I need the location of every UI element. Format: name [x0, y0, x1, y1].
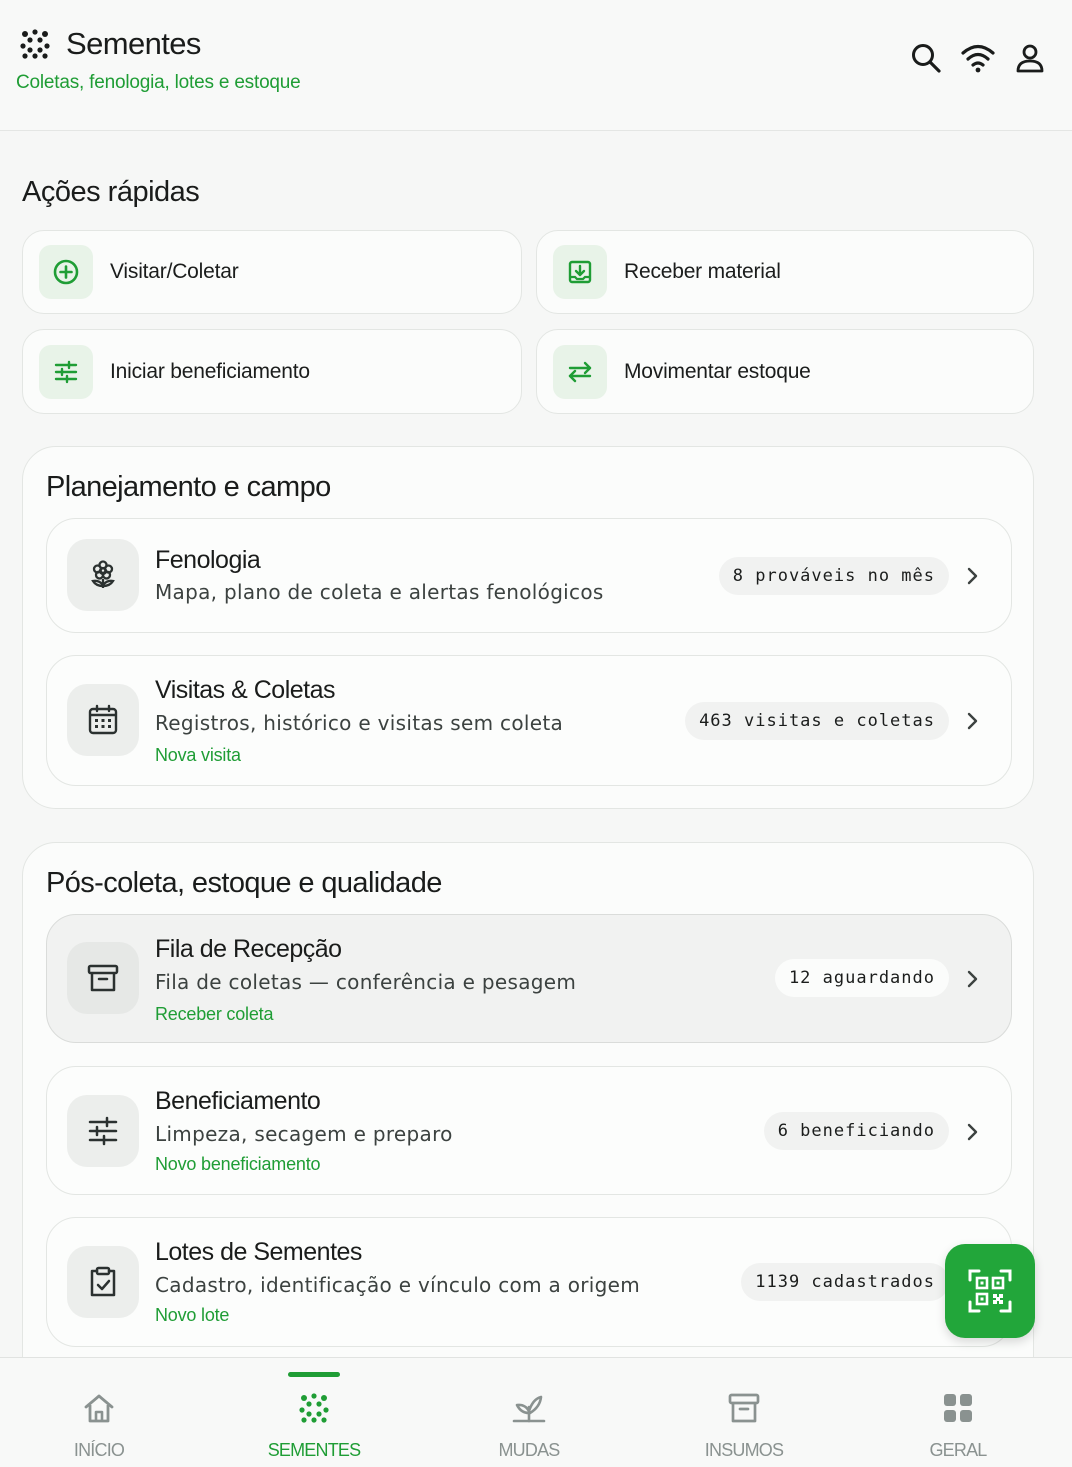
flower-icon	[67, 539, 139, 611]
quick-action-visitar-coletar[interactable]: Visitar/Coletar	[22, 230, 522, 314]
post-collection-card: Pós-coleta, estoque e qualidade Fila de …	[22, 842, 1034, 1402]
chevron-right-icon	[967, 712, 978, 730]
novo-lote-link[interactable]: Novo lote	[155, 1305, 229, 1326]
home-icon	[81, 1390, 117, 1426]
row-lotes-sementes[interactable]: Lotes de Sementes Cadastro, identificaçã…	[46, 1217, 1012, 1347]
quick-action-label: Iniciar beneficiamento	[110, 359, 310, 383]
nav-label: MUDAS	[498, 1440, 560, 1460]
user-icon[interactable]	[1012, 40, 1048, 76]
row-title: Fila de Recepção	[155, 935, 342, 963]
nav-label: SEMENTES	[267, 1440, 361, 1460]
brand: Sementes	[20, 26, 201, 62]
qr-scan-button[interactable]	[945, 1244, 1035, 1338]
qr-scan-icon	[968, 1269, 1012, 1313]
archive-box-icon	[726, 1390, 762, 1426]
app-title: Sementes	[66, 26, 201, 61]
calendar-icon	[67, 684, 139, 756]
app-subtitle: Coletas, fenologia, lotes e estoque	[16, 72, 301, 93]
count-badge: 1139 cadastrados	[741, 1263, 949, 1301]
chevron-right-icon	[967, 567, 978, 585]
sliders-icon	[39, 344, 93, 399]
row-description: Fila de coletas — conferência e pesagem	[155, 970, 577, 994]
app-header: Sementes Coletas, fenologia, lotes e est…	[0, 0, 1072, 131]
nav-label: INÍCIO	[73, 1440, 125, 1460]
count-badge: 8 prováveis no mês	[718, 557, 949, 595]
chevron-right-icon	[967, 1123, 978, 1141]
swap-arrows-icon	[553, 344, 607, 399]
row-beneficiamento[interactable]: Beneficiamento Limpeza, secagem e prepar…	[46, 1066, 1012, 1195]
nav-item-mudas[interactable]: MUDAS	[422, 1358, 636, 1467]
post-collection-title: Pós-coleta, estoque e qualidade	[46, 867, 442, 899]
row-visitas-coletas[interactable]: Visitas & Coletas Registros, histórico e…	[46, 655, 1012, 786]
plus-circle-icon	[39, 245, 93, 299]
row-title: Beneficiamento	[155, 1087, 321, 1115]
quick-action-movimentar-estoque[interactable]: Movimentar estoque	[536, 329, 1034, 414]
inbox-download-icon	[553, 245, 607, 299]
receber-coleta-link[interactable]: Receber coleta	[155, 1004, 273, 1025]
planning-card: Planejamento e campo Fenologia Mapa, pla…	[22, 446, 1034, 809]
search-icon[interactable]	[908, 40, 944, 76]
row-title: Fenologia	[155, 546, 261, 574]
quick-action-label: Visitar/Coletar	[110, 260, 239, 283]
novo-beneficiamento-link[interactable]: Novo beneficiamento	[155, 1154, 321, 1175]
wifi-icon[interactable]	[960, 40, 996, 76]
nav-item-inicio[interactable]: INÍCIO	[0, 1358, 206, 1467]
nav-item-sementes[interactable]: SEMENTES	[207, 1358, 421, 1467]
nav-item-geral[interactable]: GERAL	[851, 1358, 1065, 1467]
row-description: Mapa, plano de coleta e alertas fenológi…	[155, 580, 604, 604]
nova-visita-link[interactable]: Nova visita	[155, 745, 241, 766]
quick-actions-title: Ações rápidas	[22, 176, 200, 208]
quick-action-label: Movimentar estoque	[624, 359, 811, 383]
count-badge: 12 aguardando	[774, 959, 949, 997]
row-description: Registros, histórico e visitas sem colet…	[155, 711, 564, 735]
quick-action-receber-material[interactable]: Receber material	[536, 230, 1034, 314]
clipboard-check-icon	[67, 1246, 139, 1318]
row-description: Limpeza, secagem e preparo	[155, 1122, 453, 1146]
seeds-dots-icon	[296, 1390, 332, 1426]
row-fenologia[interactable]: Fenologia Mapa, plano de coleta e alerta…	[46, 518, 1012, 633]
quick-action-iniciar-beneficiamento[interactable]: Iniciar beneficiamento	[22, 329, 522, 414]
seeds-dots-icon	[20, 29, 50, 59]
row-description: Cadastro, identificação e vínculo com a …	[155, 1273, 641, 1297]
active-tab-indicator	[288, 1372, 340, 1377]
sliders-icon	[67, 1095, 139, 1167]
nav-label: INSUMOS	[704, 1440, 784, 1460]
planning-title: Planejamento e campo	[46, 471, 331, 503]
archive-box-icon	[67, 942, 139, 1014]
sprout-icon	[511, 1390, 547, 1426]
nav-label: GERAL	[929, 1440, 987, 1460]
grid-icon	[940, 1390, 976, 1426]
count-badge: 463 visitas e coletas	[685, 702, 949, 740]
bottom-navigation: INÍCIO SEMENTES MUDAS INSUMOS GERAL	[0, 1357, 1072, 1467]
row-title: Visitas & Coletas	[155, 676, 336, 704]
quick-action-label: Receber material	[624, 260, 781, 283]
row-title: Lotes de Sementes	[155, 1238, 362, 1266]
row-fila-recepcao[interactable]: Fila de Recepção Fila de coletas — confe…	[46, 914, 1012, 1043]
nav-item-insumos[interactable]: INSUMOS	[637, 1358, 851, 1467]
count-badge: 6 beneficiando	[763, 1112, 949, 1150]
chevron-right-icon	[967, 970, 978, 988]
